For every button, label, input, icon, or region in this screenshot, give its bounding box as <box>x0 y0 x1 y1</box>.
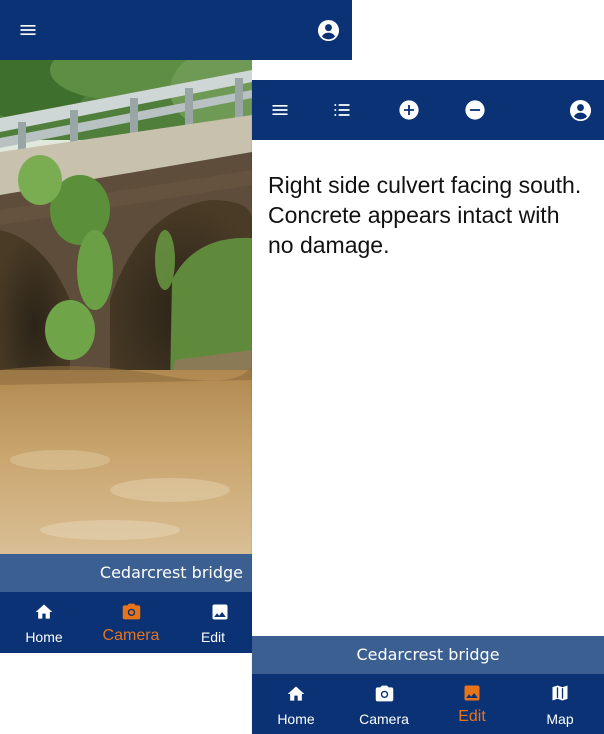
nav-edit[interactable]: Edit <box>174 592 252 653</box>
top-app-bar <box>0 0 352 60</box>
nav-camera-label: Camera <box>359 711 409 727</box>
home-icon <box>35 604 53 619</box>
camera-icon <box>375 685 394 702</box>
location-caption: Cedarcrest bridge <box>252 636 604 674</box>
nav-edit[interactable]: Edit <box>428 674 516 734</box>
location-caption: Cedarcrest bridge <box>0 554 252 592</box>
nav-map-label: Map <box>546 711 574 727</box>
edit-top-app-bar <box>252 80 604 140</box>
nav-edit-label: Edit <box>200 629 226 645</box>
home-icon <box>287 686 305 701</box>
image-icon <box>212 604 228 620</box>
location-caption-text: Cedarcrest bridge <box>356 645 500 664</box>
list-icon[interactable] <box>332 100 352 120</box>
nav-home[interactable]: Home <box>252 674 340 734</box>
bridge-photo <box>0 60 252 554</box>
nav-camera[interactable]: Camera <box>340 674 428 734</box>
account-icon[interactable] <box>569 99 592 122</box>
account-icon[interactable] <box>317 19 340 42</box>
nav-home[interactable]: Home <box>0 592 88 653</box>
camera-icon <box>122 603 141 620</box>
nav-camera[interactable]: Camera <box>88 592 174 653</box>
map-icon <box>552 685 568 701</box>
photo-note-text[interactable]: Right side culvert facing south. Concret… <box>268 170 588 260</box>
location-caption-text: Cedarcrest bridge <box>99 563 243 582</box>
nav-home-label: Home <box>25 629 63 645</box>
nav-camera-label: Camera <box>102 627 160 644</box>
menu-icon[interactable] <box>270 100 290 120</box>
bottom-navigation: Home Camera Edit Map <box>252 674 604 734</box>
image-icon <box>464 685 480 701</box>
edit-screen: Right side culvert facing south. Concret… <box>252 80 604 734</box>
nav-home-label: Home <box>277 711 315 727</box>
nav-map[interactable]: Map <box>516 674 604 734</box>
bottom-navigation: Home Camera Edit <box>0 592 252 653</box>
culvert-photo-image <box>0 60 252 554</box>
add-circle-icon[interactable] <box>398 99 420 121</box>
nav-edit-label: Edit <box>458 708 486 725</box>
menu-icon[interactable] <box>18 20 38 40</box>
remove-circle-icon[interactable] <box>464 99 486 121</box>
